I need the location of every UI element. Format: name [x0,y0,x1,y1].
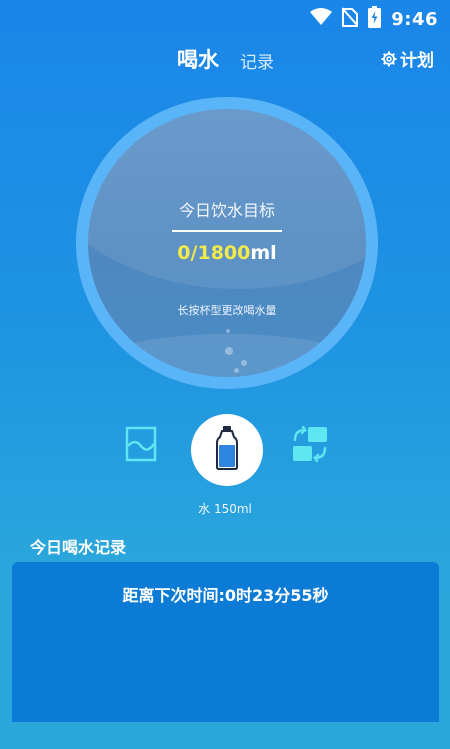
record-title: 今日喝水记录 [30,538,127,557]
goal-title: 今日饮水目标 [178,201,275,220]
bottom-strip [0,722,450,749]
bubble [241,360,247,366]
selected-cup-button[interactable] [191,414,263,486]
water-bottle-icon [216,426,238,474]
gear-icon [381,51,397,67]
goal-amount: 0/1800ml [88,242,366,264]
wifi-icon [310,8,333,30]
plan-button[interactable]: 计划 [381,46,434,71]
amount-unit: ml [250,242,277,264]
bubble [226,329,230,333]
hint-text: 长按杯型更改喝水量 [177,304,277,317]
status-time: 9:46 [391,8,438,30]
goal-divider [172,230,282,232]
wave-decoration-bottom [88,334,366,377]
tab-record[interactable]: 记录 [240,48,274,73]
water-goal-circle[interactable]: 今日饮水目标 0/1800ml 长按杯型更改喝水量 [76,97,378,389]
cup-selector [0,414,450,494]
plan-label: 计划 [400,51,434,71]
switch-icon[interactable] [292,425,328,466]
battery-charging-icon [368,6,382,32]
next-time-countdown: 距离下次时间:0时23分55秒 [122,586,329,605]
glass-icon[interactable] [125,426,157,466]
bubble [225,347,233,355]
tab-drink[interactable]: 喝水 [177,44,219,74]
no-sim-icon [341,7,359,31]
current-amount: 0 [177,242,191,264]
target-amount: 1800 [197,242,251,264]
bubble [234,368,239,373]
record-card: 距离下次时间:0时23分55秒 [12,562,439,732]
selected-cup-label: 水 150ml [198,502,252,516]
status-bar: 9:46 [0,0,450,36]
water-goal-inner: 今日饮水目标 0/1800ml 长按杯型更改喝水量 [88,109,366,377]
header: 喝水 记录 计划 [0,40,450,80]
status-icons: 9:46 [310,6,438,32]
